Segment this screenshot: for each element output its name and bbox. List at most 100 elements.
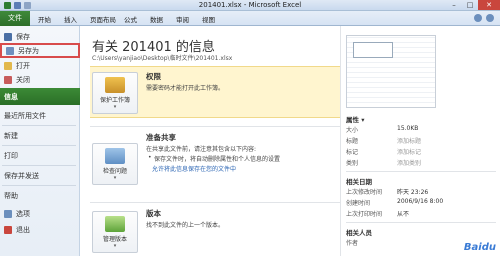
nav-save-label: 保存: [16, 32, 30, 41]
tab-formulas[interactable]: 公式: [124, 14, 137, 24]
help-icon[interactable]: [486, 14, 494, 22]
watermark-logo: Baidu: [463, 242, 496, 253]
inspect-icon: [105, 148, 125, 164]
prop-title-label: 标题: [346, 138, 359, 145]
nav-save-send[interactable]: 保存并发送: [0, 168, 80, 183]
nav-save-as-label: 另存为: [18, 46, 39, 55]
permissions-title: 权限: [146, 72, 161, 81]
chevron-down-icon: ▾: [113, 104, 117, 110]
nav-print[interactable]: 打印: [0, 148, 80, 163]
nav-new-label: 新建: [4, 131, 18, 140]
nav-help-label: 帮助: [4, 191, 18, 200]
prepare-share-text: 在共享此文件前，请注意其包含以下内容:: [146, 146, 257, 153]
document-thumbnail: [346, 35, 436, 108]
versions-text: 找不到此文件的上一个版本。: [146, 222, 225, 229]
dates-header: 相关日期: [346, 178, 372, 186]
close-window-button[interactable]: ✕: [478, 0, 500, 10]
nav-print-label: 打印: [4, 151, 18, 160]
tab-review[interactable]: 审阅: [176, 14, 189, 24]
date-created-value: 2006/9/16 8:00: [397, 198, 444, 205]
tab-home[interactable]: 开始: [38, 14, 51, 24]
prepare-share-section: 检查问题 ▾ 准备共享 在共享此文件前，请注意其包含以下内容: • 保存文件时，…: [90, 129, 340, 199]
date-printed-label: 上次打印时间: [346, 211, 383, 218]
nav-options[interactable]: 选项: [0, 206, 80, 221]
title-bar: 201401.xlsx - Microsoft Excel – □ ✕: [0, 0, 500, 11]
prop-tags-field[interactable]: 添加标记: [397, 147, 421, 156]
prepare-share-bullet: 保存文件时，将自动删除属性和个人信息的设置: [154, 156, 281, 163]
ribbon-tabs: 文件 开始 插入 页面布局 公式 数据 审阅 视图: [0, 11, 500, 26]
pane-divider: [346, 171, 496, 172]
section-divider: [90, 202, 340, 203]
nav-open[interactable]: 打开: [0, 58, 80, 73]
section-divider: [90, 126, 340, 127]
properties-pane: 属性 ▾ 大小 15.0KB 标题 添加标题 标记 添加标记 类别 添加类别 相…: [340, 26, 500, 256]
date-modified-value: 昨天 23:26: [397, 189, 429, 196]
tab-data[interactable]: 数据: [150, 14, 163, 24]
nav-save-as[interactable]: 另存为: [0, 43, 80, 58]
close-file-icon: [4, 75, 12, 84]
maximize-button[interactable]: □: [462, 0, 478, 10]
save-icon: [4, 32, 12, 41]
prop-title-field[interactable]: 添加标题: [397, 136, 421, 145]
nav-recent-label: 最近所用文件: [4, 111, 46, 120]
tab-file[interactable]: 文件: [0, 11, 30, 26]
check-issues-button[interactable]: 检查问题 ▾: [92, 143, 138, 185]
nav-divider: [2, 145, 76, 146]
chevron-down-icon: ▾: [113, 175, 117, 181]
nav-save-send-label: 保存并发送: [4, 171, 39, 180]
tab-view[interactable]: 视图: [202, 14, 215, 24]
open-icon: [4, 61, 12, 70]
nav-save[interactable]: 保存: [0, 29, 80, 44]
manage-versions-button[interactable]: 管理版本 ▾: [92, 211, 138, 253]
properties-header[interactable]: 属性 ▾: [346, 114, 365, 124]
file-path: C:\Users\yanjiao\Desktop\临时文件\201401.xls…: [92, 55, 233, 62]
prepare-share-title: 准备共享: [146, 133, 176, 142]
tab-insert[interactable]: 插入: [64, 14, 77, 24]
window-controls: – □ ✕: [446, 0, 500, 10]
minimize-ribbon-icon[interactable]: [474, 14, 482, 22]
prop-category-label: 类别: [346, 160, 359, 167]
chevron-down-icon: ▾: [113, 243, 117, 249]
saveas-icon: [6, 46, 14, 55]
people-header: 相关人员: [346, 229, 372, 237]
window-title: 201401.xlsx - Microsoft Excel: [198, 1, 302, 9]
nav-divider: [2, 165, 76, 166]
nav-info[interactable]: 信息: [0, 88, 80, 105]
lock-icon: [105, 77, 125, 93]
nav-close[interactable]: 关闭: [0, 72, 80, 87]
protect-workbook-button[interactable]: 保护工作簿 ▾: [92, 72, 138, 114]
prop-category-field[interactable]: 添加类别: [397, 158, 421, 167]
manage-versions-label: 管理版本: [102, 236, 127, 243]
tab-page-layout[interactable]: 页面布局: [90, 14, 116, 24]
nav-open-label: 打开: [16, 61, 30, 70]
nav-options-label: 选项: [16, 209, 30, 218]
date-created-label: 创建时间: [346, 200, 371, 207]
thumbnail-grid: [353, 42, 393, 58]
prop-size-value: 15.0KB: [397, 125, 419, 132]
allow-save-info-link[interactable]: 允许将此信息保存在您的文件中: [152, 164, 236, 173]
permissions-text: 需要密码才能打开此工作簿。: [146, 85, 225, 92]
nav-help[interactable]: 帮助: [0, 188, 80, 203]
info-panel: 有关 201401 的信息 C:\Users\yanjiao\Desktop\临…: [80, 26, 340, 256]
exit-icon: [4, 225, 12, 234]
protect-workbook-label: 保护工作簿: [99, 97, 130, 104]
check-issues-label: 检查问题: [102, 168, 127, 175]
prop-tags-label: 标记: [346, 149, 359, 156]
date-printed-value: 从不: [397, 211, 410, 218]
nav-new[interactable]: 新建: [0, 128, 80, 143]
pane-divider: [346, 222, 496, 223]
nav-close-label: 关闭: [16, 75, 30, 84]
backstage-nav: 保存 另存为 打开 关闭 信息 最近所用文件 新建 打印 保存并发送 帮助 选项…: [0, 26, 80, 256]
nav-divider: [2, 125, 76, 126]
nav-divider: [2, 185, 76, 186]
minimize-button[interactable]: –: [446, 0, 462, 10]
bullet-icon: •: [148, 154, 152, 161]
author-label: 作者: [346, 240, 359, 247]
ribbon-help-area: [474, 14, 494, 22]
nav-recent[interactable]: 最近所用文件: [0, 108, 80, 123]
nav-exit-label: 退出: [16, 225, 30, 234]
date-modified-label: 上次修改时间: [346, 189, 383, 196]
prop-size-label: 大小: [346, 127, 359, 134]
nav-exit[interactable]: 退出: [0, 222, 80, 237]
permissions-section: 保护工作簿 ▾ 权限 需要密码才能打开此工作簿。: [90, 66, 340, 118]
